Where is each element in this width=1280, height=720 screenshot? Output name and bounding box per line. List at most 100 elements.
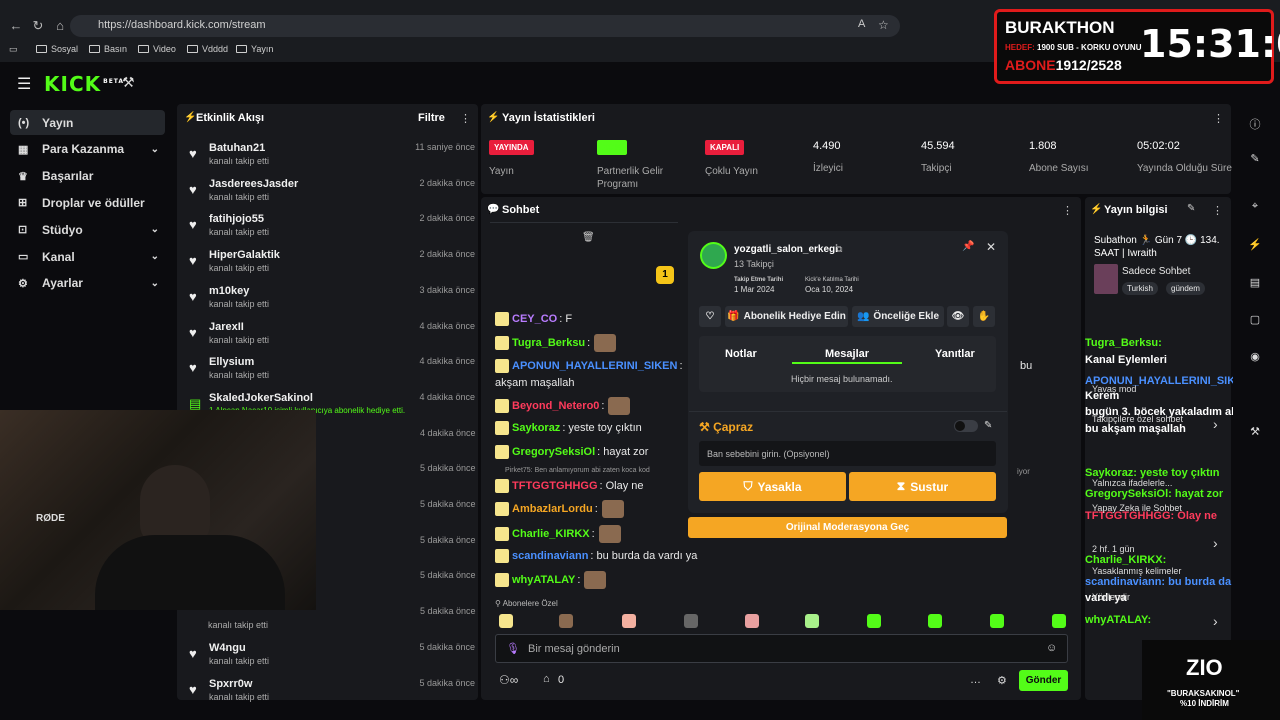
edit-icon[interactable]: ✎ xyxy=(1187,203,1195,214)
tab-messages[interactable]: Mesajlar xyxy=(825,348,869,360)
hammer-icon[interactable]: ⚒ xyxy=(122,74,135,91)
chat-input[interactable]: Bir mesaj gönderin xyxy=(528,643,620,655)
bookmark-3[interactable]: Vdddd xyxy=(187,43,228,55)
copy-icon[interactable]: ⧉ xyxy=(836,244,842,255)
menu-icon[interactable]: ☰ xyxy=(17,74,31,94)
channel-action-label[interactable]: Yalnızca ifadelerle... xyxy=(1092,478,1172,488)
chat-username[interactable]: GregorySeksiOl xyxy=(512,446,595,458)
emoji-icon[interactable]: ☺ xyxy=(1046,642,1057,654)
sidebar-item-2[interactable]: ♛ Başarılar xyxy=(10,164,165,189)
info-more-icon[interactable]: ⋮ xyxy=(1212,204,1223,217)
pin-icon[interactable]: 📌 xyxy=(962,241,974,252)
chat-username[interactable]: CEY_CO xyxy=(512,313,557,325)
channel-action-label[interactable]: Yasaklanmış kelimeler xyxy=(1092,566,1181,576)
ban-reason-input[interactable]: Ban sebebini girin. (Opsiyonel) xyxy=(699,441,996,466)
focus-icon[interactable]: ⌖ xyxy=(1247,200,1263,216)
chevron-right-icon[interactable]: › xyxy=(1213,613,1218,629)
bolt-icon[interactable]: ⚡ xyxy=(1247,238,1263,254)
close-icon[interactable]: ✕ xyxy=(986,240,996,254)
category-thumbnail[interactable] xyxy=(1094,264,1118,294)
emote[interactable] xyxy=(990,614,1004,628)
chat-username[interactable]: TFTGGTGHHGG xyxy=(512,480,598,492)
broadcast-icon[interactable]: ◉ xyxy=(1247,350,1263,366)
channel-action-label[interactable]: Yönlendir xyxy=(1092,592,1130,602)
chat-users-icon[interactable]: … xyxy=(970,674,981,686)
overlay-title: BURAKTHON xyxy=(1005,18,1115,37)
emote[interactable] xyxy=(745,614,759,628)
bookmark-4[interactable]: Yayın xyxy=(236,43,273,55)
chat-icon[interactable]: ▢ xyxy=(1247,313,1263,329)
chevron-right-icon[interactable]: › xyxy=(1213,535,1218,551)
wrench-icon[interactable]: ⚒ xyxy=(1247,425,1263,441)
original-moderation-button[interactable]: Orijinal Moderasyona Geç xyxy=(688,517,1007,538)
mod-hand-icon[interactable]: ✋ xyxy=(973,306,995,327)
chat-username[interactable]: Charlie_KIRKX xyxy=(512,528,590,540)
gift-sub-button[interactable]: 🎁 Abonelik Hediye Edin xyxy=(725,306,848,327)
tab-replies[interactable]: Yanıtlar xyxy=(935,348,975,360)
store-icon[interactable]: ⌂ xyxy=(543,673,550,685)
stat-label: Yayın xyxy=(489,166,514,177)
sidebar-item-1[interactable]: ▦ Para Kazanma ⌄ xyxy=(10,137,165,162)
chat-username[interactable]: Beyond_Netero0 xyxy=(512,400,599,412)
send-button[interactable]: Gönder xyxy=(1019,670,1068,691)
home-icon[interactable]: ⌂ xyxy=(52,18,68,34)
tab-notes[interactable]: Notlar xyxy=(725,348,757,360)
channel-action-label[interactable]: Yapay Zeka ile Sohbet xyxy=(1092,503,1182,513)
chevron-right-icon[interactable]: › xyxy=(1213,416,1218,432)
channel-action-label[interactable]: Takipçilere özel sohbet xyxy=(1092,414,1183,424)
emote[interactable] xyxy=(559,614,573,628)
toggle-switch[interactable] xyxy=(954,420,978,432)
more-icon[interactable]: ⋮ xyxy=(460,112,471,125)
chat-more-icon[interactable]: ⋮ xyxy=(1062,204,1073,217)
stats-more-icon[interactable]: ⋮ xyxy=(1213,112,1224,125)
sidebar-item-0[interactable]: (•) Yayın xyxy=(10,110,165,135)
category-name[interactable]: Sadece Sohbet xyxy=(1122,266,1190,277)
heart-icon: ♥ xyxy=(189,181,197,197)
pencil-icon[interactable]: ✎ xyxy=(1247,152,1263,168)
address-bar[interactable]: https://dashboard.kick.com/stream xyxy=(70,15,900,37)
channel-action-label[interactable]: Yavaş mod xyxy=(1092,384,1136,394)
channel-action-label[interactable]: 2 hf. 1 gün xyxy=(1092,544,1135,554)
emote[interactable] xyxy=(928,614,942,628)
emote[interactable] xyxy=(499,614,513,628)
emote[interactable] xyxy=(622,614,636,628)
back-icon[interactable]: ← xyxy=(8,18,24,34)
chat-username[interactable]: AmbazlarLordu xyxy=(512,503,593,515)
info-icon[interactable]: ⓘ xyxy=(1247,116,1263,132)
ban-button[interactable]: ⛉ Yasakla xyxy=(699,472,846,501)
chat-username[interactable]: Saykoraz xyxy=(512,422,560,434)
reload-icon[interactable]: ↻ xyxy=(30,18,46,34)
chat-username[interactable]: whyATALAY xyxy=(512,574,575,586)
filter-button[interactable]: Filtre xyxy=(418,112,445,124)
user-card-username[interactable]: yozgatli_salon_erkegi xyxy=(734,244,838,255)
bookmark-1[interactable]: Basın xyxy=(89,43,127,55)
emote[interactable] xyxy=(805,614,819,628)
follow-date-label: Takip Etme Tarihi xyxy=(734,277,784,283)
chat-username[interactable]: Tugra_Berksu xyxy=(512,337,585,349)
read-aloud-icon[interactable]: A xyxy=(858,18,865,30)
chat-username[interactable]: APONUN_HAYALLERINI_SIKEN xyxy=(512,360,677,372)
emote[interactable] xyxy=(684,614,698,628)
pin-count-badge[interactable]: 1 xyxy=(656,266,674,284)
bookmark-2[interactable]: Video xyxy=(138,43,176,55)
document-icon[interactable]: ▤ xyxy=(1247,276,1263,292)
follow-heart-button[interactable]: ♡ xyxy=(699,306,721,327)
sidebar-item-6[interactable]: ⚙ Ayarlar ⌄ xyxy=(10,271,165,296)
bookmark-0[interactable]: Sosyal xyxy=(36,43,78,55)
sidebar-item-3[interactable]: ⊞ Droplar ve ödüller xyxy=(10,190,165,215)
chat-username[interactable]: scandinaviann xyxy=(512,550,588,562)
emote[interactable] xyxy=(1052,614,1066,628)
favorite-star-icon[interactable]: ☆ xyxy=(878,18,889,32)
chat-settings-icon[interactable]: ⚙ xyxy=(997,674,1007,687)
kick-logo[interactable]: KICK BETA xyxy=(44,72,124,96)
points-icon[interactable]: ⚇∞ xyxy=(499,673,518,687)
sidebar-item-4[interactable]: ⊡ Stüdyo ⌄ xyxy=(10,217,165,242)
trash-icon[interactable]: 🗑 xyxy=(582,232,595,243)
vip-add-button[interactable]: 👥 Önceliğe Ekle xyxy=(852,306,944,327)
mic-icon[interactable]: 🎙 xyxy=(506,642,520,655)
sidebar-item-5[interactable]: ▭ Kanal ⌄ xyxy=(10,244,165,269)
mute-button[interactable]: ⧗ Sustur xyxy=(849,472,996,501)
edit-icon[interactable]: ✎ xyxy=(984,420,992,431)
eye-icon[interactable]: 👁 xyxy=(947,306,969,327)
emote[interactable] xyxy=(867,614,881,628)
